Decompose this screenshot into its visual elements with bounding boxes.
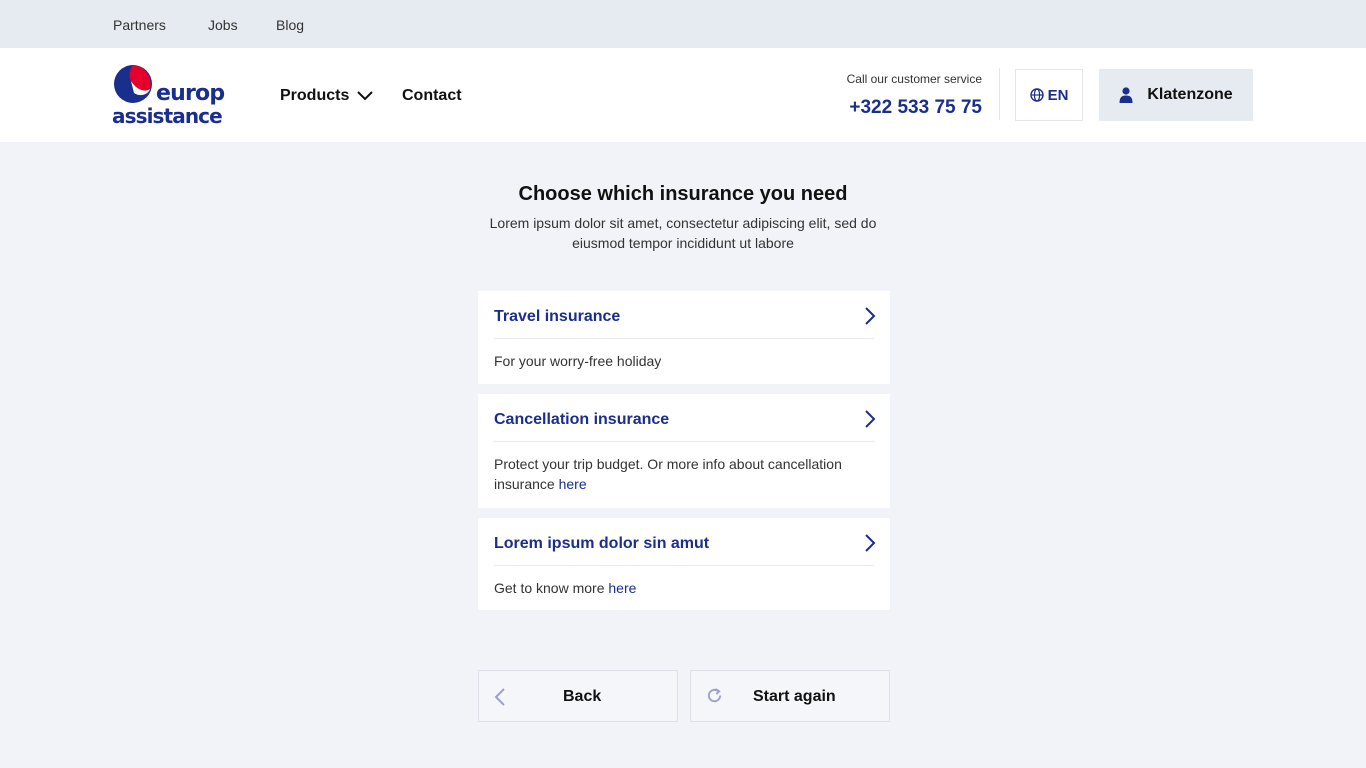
chevron-right-icon: [865, 534, 876, 552]
language-button[interactable]: EN: [1015, 69, 1083, 121]
topbar-link-blog[interactable]: Blog: [276, 17, 304, 33]
card-header[interactable]: Cancellation insurance: [494, 394, 876, 442]
logo-text-europ: europ: [156, 81, 225, 106]
refresh-icon: [707, 688, 722, 703]
chevron-right-icon: [865, 307, 876, 325]
nav-products[interactable]: Products: [280, 87, 374, 105]
card-more-info-link[interactable]: here: [608, 580, 636, 596]
card-description: For your worry-free holiday: [478, 339, 890, 371]
topbar-link-jobs[interactable]: Jobs: [208, 17, 238, 33]
start-again-button-label: Start again: [753, 688, 836, 705]
logo[interactable]: europ assistance: [112, 63, 225, 129]
card-title: Travel insurance: [494, 308, 621, 325]
language-label: EN: [1047, 86, 1069, 104]
card-description: Protect your trip budget. Or more info a…: [478, 442, 890, 494]
chevron-right-icon: [865, 410, 876, 428]
back-button[interactable]: Back: [478, 670, 678, 722]
card-description-text: Get to know more: [494, 580, 609, 596]
chevron-left-icon: [494, 688, 505, 706]
card-description-text: For your worry-free holiday: [494, 353, 662, 369]
start-again-button[interactable]: Start again: [690, 670, 890, 722]
globe-icon: [1029, 88, 1044, 102]
logo-mark-icon: [114, 65, 152, 103]
insurance-card-lorem: Lorem ipsum dolor sin amut Get to know m…: [478, 518, 890, 610]
customer-service-label: Call our customer service: [846, 72, 982, 86]
card-header[interactable]: Travel insurance: [494, 291, 876, 339]
card-title: Cancellation insurance: [494, 411, 670, 428]
user-icon: [1119, 87, 1133, 103]
insurance-card-travel: Travel insurance For your worry-free hol…: [478, 291, 890, 384]
nav-products-label: Products: [280, 87, 350, 104]
back-button-label: Back: [563, 688, 602, 705]
card-description-text: Protect your trip budget. Or more info a…: [494, 456, 842, 492]
header: europ assistance Products Contact Call o…: [0, 48, 1366, 142]
card-more-info-link[interactable]: here: [559, 476, 587, 492]
logo-text-assistance: assistance: [112, 104, 223, 128]
chevron-down-icon: [357, 91, 374, 101]
card-header[interactable]: Lorem ipsum dolor sin amut: [494, 518, 876, 566]
page-title: Choose which insurance you need: [518, 183, 848, 205]
account-button[interactable]: Klatenzone: [1099, 69, 1253, 121]
topbar-link-partners[interactable]: Partners: [113, 17, 166, 33]
page-subtitle: Lorem ipsum dolor sit amet, consectetur …: [489, 215, 877, 251]
header-divider: [999, 68, 1000, 120]
top-bar: Partners Jobs Blog: [0, 0, 1366, 48]
nav-contact[interactable]: Contact: [402, 87, 462, 105]
card-description: Get to know more here: [478, 566, 890, 598]
customer-service-phone[interactable]: +322 533 75 75: [849, 97, 982, 119]
insurance-card-cancellation: Cancellation insurance Protect your trip…: [478, 394, 890, 508]
card-title: Lorem ipsum dolor sin amut: [494, 535, 710, 552]
account-button-label: Klatenzone: [1147, 86, 1233, 103]
